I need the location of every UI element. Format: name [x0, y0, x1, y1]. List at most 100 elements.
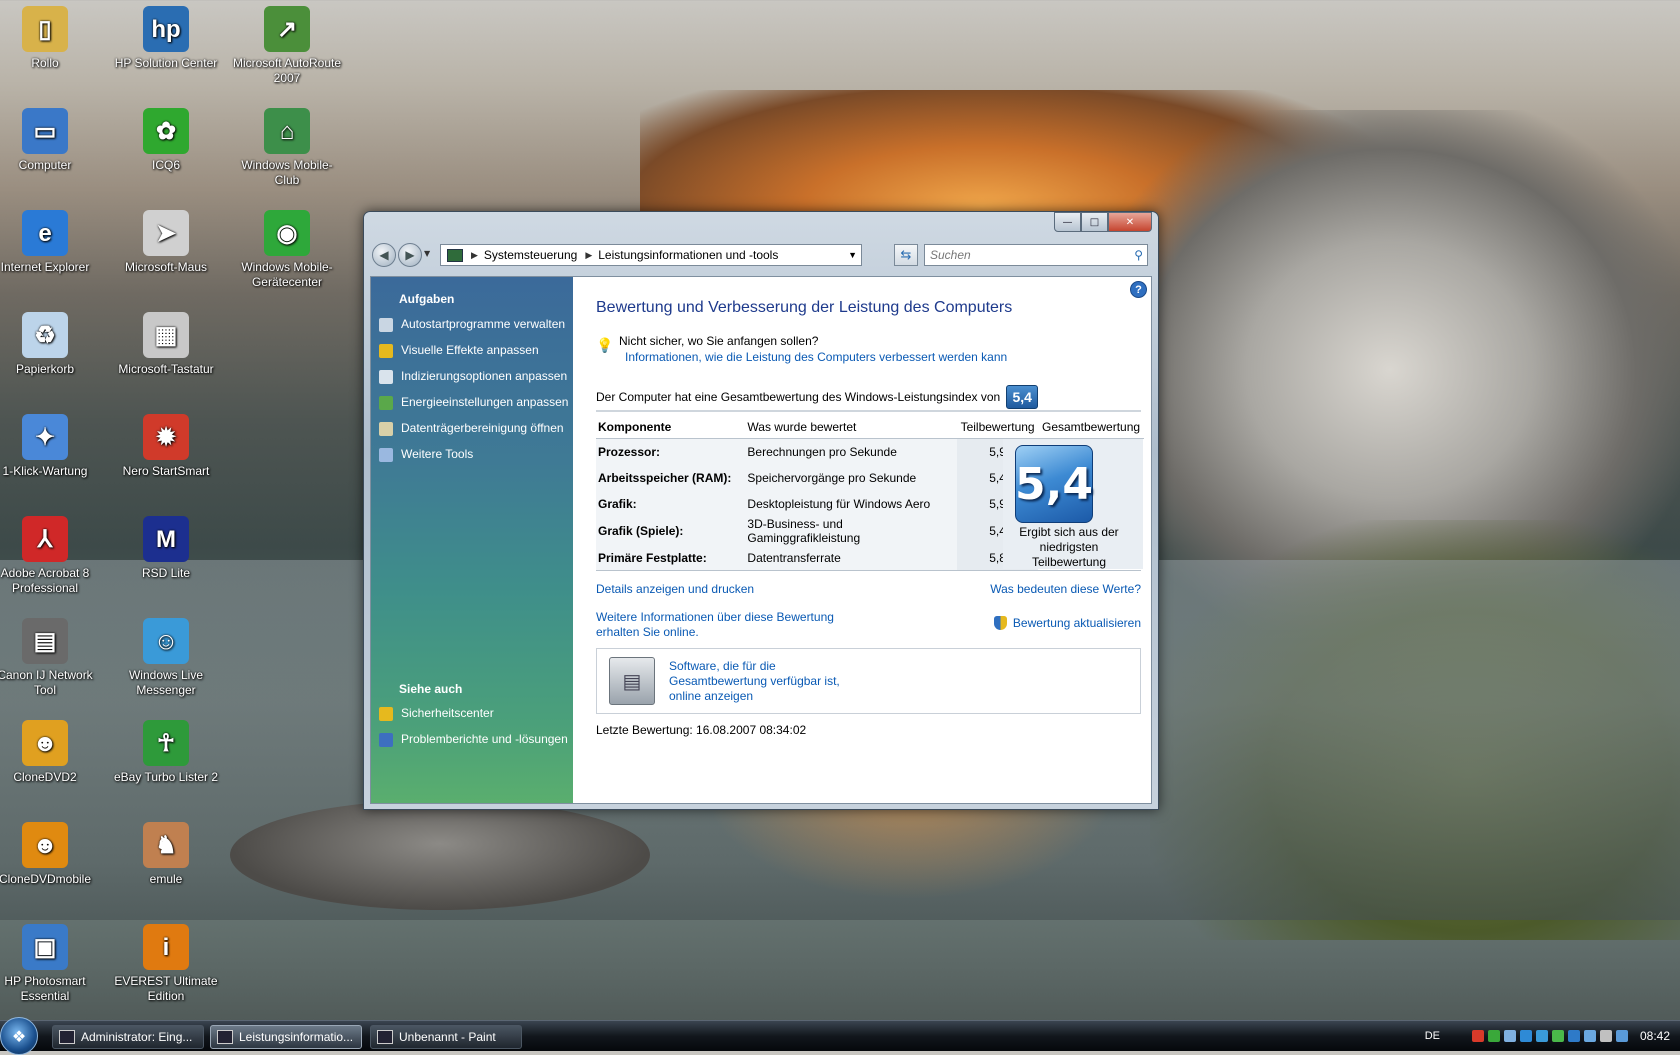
app-icon: ▯: [22, 6, 68, 52]
app-icon: ▤: [22, 618, 68, 664]
maximize-button[interactable]: □: [1081, 212, 1108, 232]
sidebar-link[interactable]: Autostartprogramme verwalten: [379, 317, 569, 332]
tray-icon[interactable]: [1535, 1030, 1548, 1042]
details-print-link[interactable]: Details anzeigen und drucken: [596, 582, 754, 596]
desktop-icon[interactable]: M RSD Lite: [110, 516, 222, 581]
rated-metric: 3D-Business- und Gaminggrafikleistung: [745, 517, 958, 545]
sidebar-link-label[interactable]: Visuelle Effekte anpassen: [401, 343, 539, 358]
sidebar-link[interactable]: Problemberichte und -lösungen: [379, 732, 569, 747]
sidebar-link-label[interactable]: Autostartprogramme verwalten: [401, 317, 565, 332]
sidebar-link[interactable]: Indizierungsoptionen anpassen: [379, 369, 569, 384]
desktop-icon[interactable]: ▯ Rollo: [0, 6, 101, 71]
component-name: Arbeitsspeicher (RAM):: [596, 465, 746, 491]
sidebar-link-label[interactable]: Energieeinstellungen anpassen: [401, 395, 568, 410]
clock[interactable]: 08:42: [1640, 1029, 1670, 1043]
desktop-icon-label: RSD Lite: [141, 566, 191, 580]
sidebar-link[interactable]: Datenträgerbereinigung öffnen: [379, 421, 569, 436]
tray-icon[interactable]: [1503, 1030, 1516, 1042]
performance-window: — □ ✕ ◀ ▶ ▼ ▶ Systemsteuerung ▶ Leistung…: [363, 211, 1159, 810]
desktop-icon[interactable]: ♞ emule: [110, 822, 222, 887]
desktop-icon[interactable]: e Internet Explorer: [0, 210, 101, 275]
desktop-icon[interactable]: ◉ Windows Mobile-Gerätecenter: [231, 210, 343, 290]
taskbar-button[interactable]: Unbenannt - Paint: [370, 1025, 522, 1049]
desktop-icon[interactable]: ☺ Windows Live Messenger: [110, 618, 222, 698]
desktop-icon-label: Microsoft AutoRoute 2007: [232, 56, 342, 85]
sidebar-link-label[interactable]: Datenträgerbereinigung öffnen: [401, 421, 564, 436]
sidebar-link-label[interactable]: Problemberichte und -lösungen: [401, 732, 568, 747]
breadcrumb-current-page[interactable]: Leistungsinformationen und -tools: [598, 248, 778, 262]
tray-icon[interactable]: [1615, 1030, 1628, 1042]
software-box-icon: ▤: [609, 657, 655, 705]
desktop-icon[interactable]: ⌂ Windows Mobile-Club: [231, 108, 343, 188]
desktop-icon[interactable]: ✿ ICQ6: [110, 108, 222, 173]
sidebar-link-label[interactable]: Sicherheitscenter: [401, 706, 494, 721]
forward-button[interactable]: ▶: [398, 243, 422, 267]
minimize-button[interactable]: —: [1054, 212, 1081, 232]
tray-icon[interactable]: [1599, 1030, 1612, 1042]
tray-icon[interactable]: [1471, 1030, 1484, 1042]
refresh-button[interactable]: ⇆: [894, 244, 918, 266]
desktop-icon-label: 1-Klick-Wartung: [2, 464, 88, 478]
tray-icon[interactable]: [1487, 1030, 1500, 1042]
search-icon[interactable]: ⚲: [1134, 248, 1143, 262]
software-online-link[interactable]: Software, die für die Gesamtbewertung ve…: [669, 659, 859, 704]
tray-icon[interactable]: [1551, 1030, 1564, 1042]
sidebar-link[interactable]: Energieeinstellungen anpassen: [379, 395, 569, 410]
desktop-icon[interactable]: hp HP Solution Center: [110, 6, 222, 71]
desktop-icon-label: Nero StartSmart: [122, 464, 210, 478]
app-icon: i: [143, 924, 189, 970]
desktop-icon[interactable]: ▣ HP Photosmart Essential: [0, 924, 101, 1004]
update-rating-action[interactable]: Bewertung aktualisieren: [993, 616, 1141, 630]
language-indicator[interactable]: DE: [1425, 1030, 1440, 1042]
desktop-icon[interactable]: ☥ eBay Turbo Lister 2: [110, 720, 222, 785]
desktop-icon[interactable]: ↗ Microsoft AutoRoute 2007: [231, 6, 343, 86]
update-rating-link[interactable]: Bewertung aktualisieren: [1013, 616, 1141, 630]
lightbulb-icon: 💡: [596, 337, 614, 353]
history-dropdown-icon[interactable]: ▼: [424, 249, 430, 258]
desktop-icon[interactable]: i EVEREST Ultimate Edition: [110, 924, 222, 1004]
taskbar-app-icon: [217, 1030, 233, 1044]
help-icon[interactable]: ?: [1130, 281, 1147, 298]
address-dropdown-icon[interactable]: ▼: [848, 250, 857, 260]
desktop-icon[interactable]: ▭ Computer: [0, 108, 101, 173]
desktop-icon[interactable]: ➤ Microsoft-Maus: [110, 210, 222, 275]
desktop-icon[interactable]: ♻ Papierkorb: [0, 312, 101, 377]
desktop-icon-label: HP Photosmart Essential: [4, 974, 86, 1003]
desktop-icon[interactable]: ✦ 1-Klick-Wartung: [0, 414, 101, 479]
desktop-icon-label: Windows Mobile-Gerätecenter: [241, 260, 333, 289]
app-icon: ⌂: [264, 108, 310, 154]
app-icon: ☻: [22, 720, 68, 766]
sidebar-link[interactable]: Sicherheitscenter: [379, 706, 569, 721]
sidebar-link[interactable]: Weitere Tools: [379, 447, 569, 462]
taskbar-button-label: Administrator: Eing...: [81, 1030, 193, 1044]
taskbar-button[interactable]: Administrator: Eing...: [52, 1025, 204, 1049]
start-button[interactable]: ❖: [0, 1017, 38, 1055]
desktop-icon[interactable]: ☻ CloneDVD2: [0, 720, 101, 785]
tray-icon[interactable]: [1583, 1030, 1596, 1042]
what-do-values-mean-link[interactable]: Was bedeuten diese Werte?: [990, 582, 1141, 596]
sidebar-link[interactable]: Visuelle Effekte anpassen: [379, 343, 569, 358]
rated-metric: Datentransferrate: [745, 545, 958, 571]
desktop-icon[interactable]: ▤ Canon IJ Network Tool: [0, 618, 101, 698]
more-info-online-link[interactable]: Weitere Informationen über diese Bewertu…: [596, 610, 856, 640]
improve-performance-link[interactable]: Informationen, wie die Leistung des Comp…: [625, 350, 1007, 364]
taskbar-button[interactable]: Leistungsinformatio...: [210, 1025, 362, 1049]
sidebar-link-label[interactable]: Indizierungsoptionen anpassen: [401, 369, 567, 384]
tasks-header: Aufgaben: [399, 292, 455, 306]
sidebar-link-label[interactable]: Weitere Tools: [401, 447, 473, 462]
tray-icon[interactable]: [1567, 1030, 1580, 1042]
tray-icon[interactable]: [1519, 1030, 1532, 1042]
search-box[interactable]: Suchen ⚲: [924, 244, 1148, 266]
back-button[interactable]: ◀: [372, 243, 396, 267]
desktop-icon[interactable]: ▦ Microsoft-Tastatur: [110, 312, 222, 377]
desktop-icon[interactable]: ☻ CloneDVDmobile: [0, 822, 101, 887]
desktop-icon[interactable]: ✹ Nero StartSmart: [110, 414, 222, 479]
close-button[interactable]: ✕: [1108, 212, 1152, 232]
divider: [596, 410, 1141, 412]
breadcrumb-separator-icon[interactable]: ▶: [585, 250, 592, 261]
breadcrumb-separator-icon[interactable]: ▶: [471, 250, 478, 261]
breadcrumb-systemsteuerung[interactable]: Systemsteuerung: [484, 248, 577, 262]
desktop-icon[interactable]: ⅄ Adobe Acrobat 8 Professional: [0, 516, 101, 596]
address-bar[interactable]: ▶ Systemsteuerung ▶ Leistungsinformation…: [440, 244, 862, 266]
uac-shield-icon: [993, 616, 1007, 630]
